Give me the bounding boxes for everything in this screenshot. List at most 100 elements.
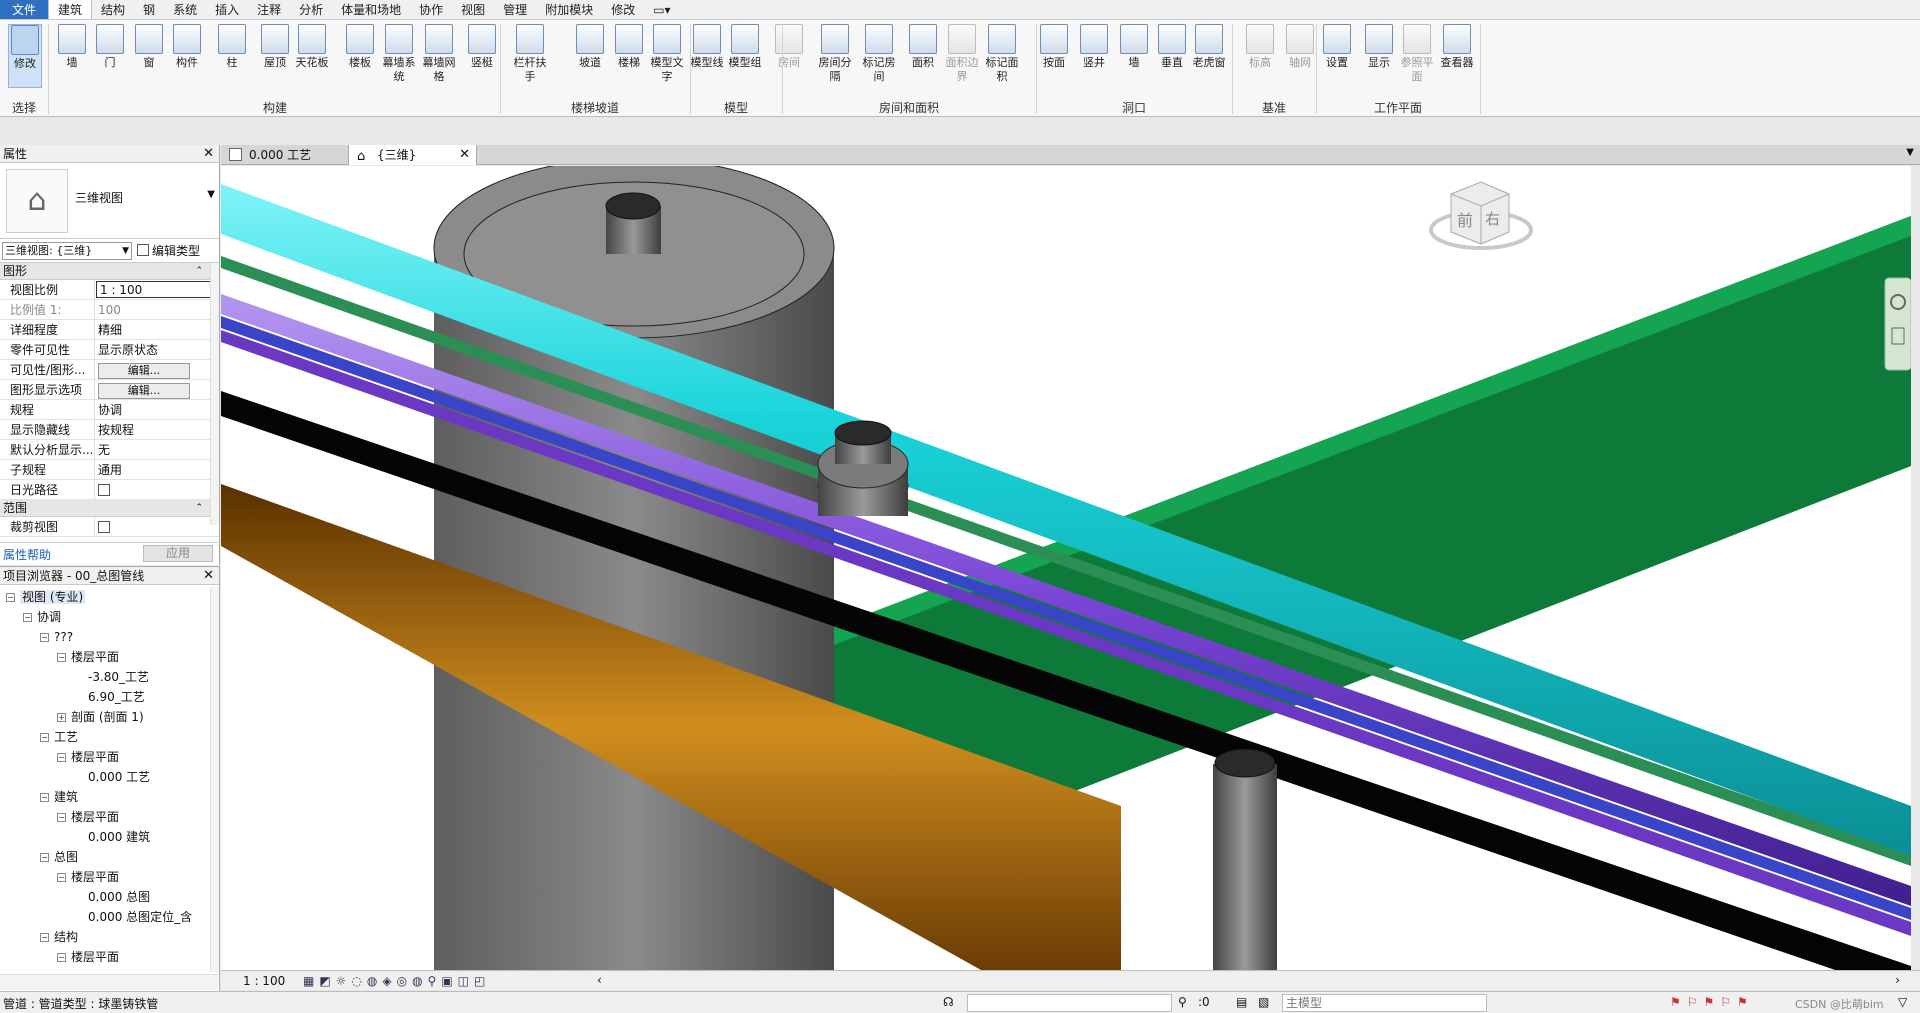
- collapse-icon[interactable]: −: [40, 793, 49, 802]
- ribbon-button-26[interactable]: 墙: [1117, 24, 1151, 70]
- quick-access-dropdown-icon[interactable]: ▭▾: [644, 0, 679, 19]
- ribbon-button-18[interactable]: 房间: [772, 24, 806, 70]
- tree-node[interactable]: − 协调: [23, 607, 61, 627]
- browser-hscrollbar[interactable]: [0, 974, 218, 990]
- view-control-icons[interactable]: ▦◩☼◌◍◈◎◍⚲▣◫◰: [303, 974, 490, 988]
- ribbon-button-17[interactable]: 模型组: [728, 24, 762, 70]
- ribbon-button-33[interactable]: 参照平面: [1400, 24, 1434, 84]
- menu-12[interactable]: 附加模块: [536, 0, 602, 19]
- property-value[interactable]: 通用: [95, 460, 219, 479]
- ribbon-button-3[interactable]: 窗: [132, 24, 166, 70]
- tree-node[interactable]: − 楼层平面: [57, 747, 119, 767]
- menu-5[interactable]: 插入: [206, 0, 248, 19]
- scroll-right-icon[interactable]: ›: [1895, 973, 1900, 987]
- property-value[interactable]: 显示原状态: [95, 340, 219, 359]
- edit-type-button[interactable]: 编辑类型: [137, 242, 200, 260]
- tree-node[interactable]: − 工艺: [40, 727, 78, 747]
- ribbon-button-27[interactable]: 垂直: [1155, 24, 1189, 70]
- ribbon-button-20[interactable]: 标记房间: [862, 24, 896, 84]
- navigation-bar[interactable]: [1884, 277, 1911, 371]
- selection-filter-icons[interactable]: ⚑⚐⚑⚐⚑: [1670, 995, 1754, 1009]
- collapse-icon[interactable]: −: [57, 653, 66, 662]
- ribbon-group-label[interactable]: 楼梯坡道: [500, 99, 690, 116]
- design-options-icon[interactable]: ▤: [1236, 995, 1247, 1009]
- ribbon-button-4[interactable]: 构件: [170, 24, 204, 70]
- ribbon-button-13[interactable]: 坡道: [573, 24, 607, 70]
- ribbon-button-22[interactable]: 面积边界: [945, 24, 979, 84]
- workset-dropdown[interactable]: [967, 994, 1172, 1012]
- collapse-icon[interactable]: −: [57, 753, 66, 762]
- ribbon-button-32[interactable]: 显示: [1362, 24, 1396, 70]
- menu-7[interactable]: 分析: [290, 0, 332, 19]
- tab-3d-view[interactable]: ⌂ {三维} ✕: [349, 145, 477, 165]
- ribbon-button-9[interactable]: 幕墙系统: [382, 24, 416, 84]
- ribbon-button-29[interactable]: 标高: [1243, 24, 1277, 70]
- collapse-icon[interactable]: −: [57, 813, 66, 822]
- tree-node[interactable]: − 楼层平面: [57, 947, 119, 967]
- property-value[interactable]: 100: [95, 300, 219, 319]
- design-option-dropdown[interactable]: 主模型: [1282, 994, 1487, 1012]
- ribbon-button-7[interactable]: 天花板: [295, 24, 329, 70]
- tree-node[interactable]: 0.000 总图定位_含: [74, 907, 192, 927]
- collapse-icon[interactable]: ⌃: [195, 500, 203, 517]
- ribbon-button-15[interactable]: 模型文字: [650, 24, 684, 84]
- property-value[interactable]: 按规程: [95, 420, 219, 439]
- crop-checkbox[interactable]: [98, 521, 110, 533]
- ribbon-button-6[interactable]: 屋顶: [258, 24, 292, 70]
- collapse-icon[interactable]: −: [57, 873, 66, 882]
- ribbon-button-0[interactable]: 修改: [8, 24, 42, 88]
- ribbon-button-10[interactable]: 幕墙网格: [422, 24, 456, 84]
- menu-4[interactable]: 系统: [164, 0, 206, 19]
- browser-scrollbar[interactable]: [210, 587, 219, 972]
- ribbon-group-label[interactable]: 工作平面: [1316, 99, 1480, 116]
- property-value[interactable]: 编辑...: [95, 360, 219, 379]
- ribbon-button-30[interactable]: 轴网: [1283, 24, 1317, 70]
- editable-only-icon[interactable]: ▧: [1258, 995, 1269, 1009]
- ribbon-button-34[interactable]: 查看器: [1440, 24, 1474, 70]
- 3d-viewport[interactable]: 前 右: [221, 166, 1911, 970]
- tree-node[interactable]: 0.000 建筑: [74, 827, 150, 847]
- properties-help-link[interactable]: 属性帮助: [3, 546, 51, 563]
- property-value[interactable]: 1 : 100: [96, 281, 217, 298]
- property-value[interactable]: 编辑...: [95, 380, 219, 399]
- collapse-icon[interactable]: −: [40, 933, 49, 942]
- tree-node[interactable]: 6.90_工艺: [74, 687, 145, 707]
- tree-node[interactable]: − 楼层平面: [57, 807, 119, 827]
- bottom-cable-fitting[interactable]: [1214, 748, 1276, 778]
- workset-icon[interactable]: ☊: [943, 995, 954, 1009]
- menu-11[interactable]: 管理: [494, 0, 536, 19]
- property-value[interactable]: 无: [95, 440, 219, 459]
- tree-node[interactable]: 0.000 总图: [74, 887, 150, 907]
- menu-10[interactable]: 视图: [452, 0, 494, 19]
- tank-cable-fitting[interactable]: [605, 192, 661, 220]
- collapse-icon[interactable]: −: [40, 733, 49, 742]
- collapse-icon[interactable]: −: [57, 953, 66, 962]
- menu-13[interactable]: 修改: [602, 0, 644, 19]
- close-icon[interactable]: ✕: [203, 567, 214, 585]
- property-value[interactable]: 精细: [95, 320, 219, 339]
- ribbon-button-16[interactable]: 模型线: [690, 24, 724, 70]
- property-value[interactable]: [95, 480, 219, 499]
- ribbon-button-12[interactable]: 栏杆扶手: [513, 24, 547, 84]
- sun-path-checkbox[interactable]: [98, 484, 110, 496]
- model-canvas[interactable]: 前 右: [221, 166, 1911, 970]
- menu-8[interactable]: 体量和场地: [332, 0, 410, 19]
- collapse-icon[interactable]: ⌃: [195, 263, 203, 280]
- collapse-icon[interactable]: −: [40, 853, 49, 862]
- tree-node[interactable]: −???: [40, 627, 73, 647]
- tree-node[interactable]: − 楼层平面: [57, 867, 119, 887]
- tree-node[interactable]: − 建筑: [40, 787, 78, 807]
- apply-button[interactable]: 应用: [143, 545, 213, 562]
- menu-0[interactable]: 文件: [0, 0, 49, 19]
- tree-node[interactable]: -3.80_工艺: [74, 667, 149, 687]
- ribbon-button-1[interactable]: 墙: [55, 24, 89, 70]
- chevron-down-icon[interactable]: ▼: [207, 189, 215, 200]
- cable-fitting[interactable]: [834, 420, 892, 446]
- ribbon-button-11[interactable]: 竖梃: [465, 24, 499, 70]
- ribbon-button-5[interactable]: 柱: [215, 24, 249, 70]
- expand-icon[interactable]: +: [57, 713, 66, 722]
- tree-node[interactable]: − 结构: [40, 927, 78, 947]
- ribbon-button-25[interactable]: 竖井: [1077, 24, 1111, 70]
- ribbon-group-label[interactable]: 构建: [50, 99, 500, 116]
- edit-button[interactable]: 编辑...: [98, 383, 190, 399]
